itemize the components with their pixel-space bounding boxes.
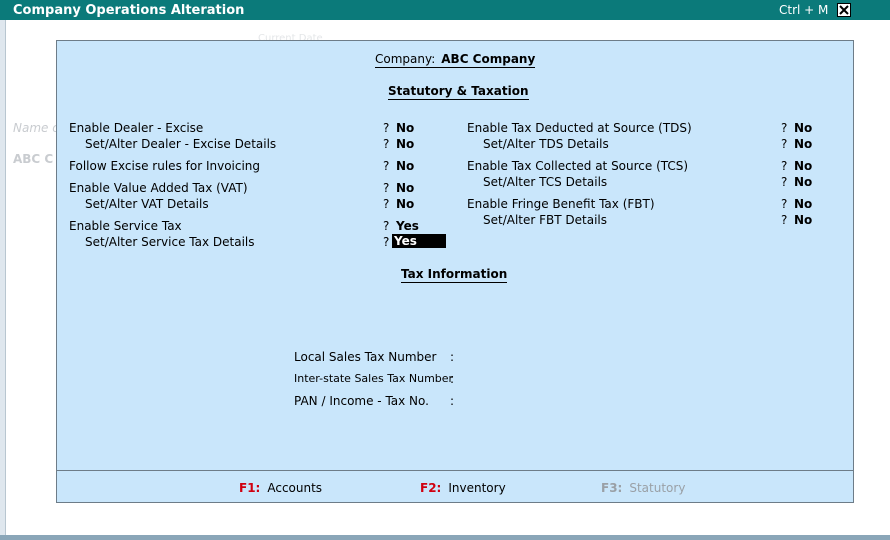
option-value-fbt-details[interactable]: No	[794, 213, 812, 227]
option-label-fbt-details: Set/Alter FBT Details	[483, 213, 608, 227]
fkey-label: F3:	[601, 481, 623, 495]
option-value-dealer-excise[interactable]: No	[396, 121, 414, 135]
option-q: ?	[781, 137, 788, 151]
fkey-text: Statutory	[629, 481, 686, 495]
option-q: ?	[781, 175, 788, 189]
tax-info-heading: Tax Information	[401, 267, 508, 283]
option-label-tcs: Enable Tax Collected at Source (TCS)	[467, 159, 689, 173]
background-company-label: ABC C	[13, 152, 54, 166]
option-value-tds[interactable]: No	[794, 121, 812, 135]
option-label-tds-details: Set/Alter TDS Details	[483, 137, 609, 151]
option-value-tcs-details[interactable]: No	[794, 175, 812, 189]
company-name: ABC Company	[441, 52, 536, 66]
window-bottom-edge	[0, 535, 890, 540]
option-label-dealer-excise-details: Set/Alter Dealer - Excise Details	[85, 137, 277, 151]
window-shortcut: Ctrl + M	[779, 3, 829, 17]
option-label-service-tax: Enable Service Tax	[69, 219, 182, 233]
option-label-vat-details: Set/Alter VAT Details	[85, 197, 209, 211]
option-q: ?	[781, 159, 788, 173]
f1-accounts-button[interactable]: F1: Accounts	[239, 481, 322, 495]
section-heading: Statutory & Taxation	[388, 84, 529, 100]
option-label-dealer-excise: Enable Dealer - Excise	[69, 121, 204, 135]
pan-income-tax-field[interactable]	[461, 394, 661, 408]
interstate-sales-tax-label: Inter-state Sales Tax Number	[294, 372, 454, 385]
option-q: ?	[383, 219, 390, 233]
fkey-text: Inventory	[448, 481, 506, 495]
option-q: ?	[383, 181, 390, 195]
company-label: Company:	[375, 52, 436, 66]
option-value-dealer-excise-details[interactable]: No	[396, 137, 414, 151]
interstate-sales-tax-field[interactable]	[461, 372, 661, 386]
option-q: ?	[781, 197, 788, 211]
option-q: ?	[383, 235, 390, 249]
window-left-edge	[0, 20, 6, 535]
option-q: ?	[383, 197, 390, 211]
option-q: ?	[383, 159, 390, 173]
option-label-tcs-details: Set/Alter TCS Details	[483, 175, 608, 189]
option-label-fbt: Enable Fringe Benefit Tax (FBT)	[467, 197, 655, 211]
field-colon: :	[450, 394, 455, 408]
option-value-service-tax-details-active[interactable]: Yes	[392, 234, 446, 248]
f3-statutory-button[interactable]: F3: Statutory	[601, 481, 685, 495]
window-title: Company Operations Alteration	[13, 3, 245, 18]
option-label-service-tax-details: Set/Alter Service Tax Details	[85, 235, 255, 249]
f2-inventory-button[interactable]: F2: Inventory	[420, 481, 506, 495]
pan-income-tax-label: PAN / Income - Tax No.	[294, 394, 429, 408]
option-q: ?	[781, 121, 788, 135]
option-value-fbt[interactable]: No	[794, 197, 812, 211]
option-label-excise-invoicing: Follow Excise rules for Invoicing	[69, 159, 261, 173]
option-value-vat[interactable]: No	[396, 181, 414, 195]
fkey-label: F2:	[420, 481, 442, 495]
option-q: ?	[383, 121, 390, 135]
close-icon	[839, 5, 849, 15]
option-label-vat: Enable Value Added Tax (VAT)	[69, 181, 248, 195]
local-sales-tax-label: Local Sales Tax Number	[294, 350, 437, 364]
field-colon: :	[450, 350, 455, 364]
option-label-tds: Enable Tax Deducted at Source (TDS)	[467, 121, 692, 135]
company-header: Company: ABC Company	[375, 52, 536, 68]
statutory-taxation-dialog: Company: ABC Company Statutory & Taxation…	[56, 40, 854, 503]
option-value-excise-invoicing[interactable]: No	[396, 159, 414, 173]
close-button[interactable]	[837, 3, 851, 17]
field-colon: :	[450, 372, 455, 386]
option-value-vat-details[interactable]: No	[396, 197, 414, 211]
fkey-label: F1:	[239, 481, 261, 495]
option-value-tds-details[interactable]: No	[794, 137, 812, 151]
local-sales-tax-field[interactable]	[461, 350, 661, 364]
window-title-bar: Company Operations Alteration Ctrl + M	[0, 0, 890, 20]
option-value-service-tax[interactable]: Yes	[396, 219, 419, 233]
option-q: ?	[383, 137, 390, 151]
background-name-label: Name o	[13, 121, 60, 135]
footer-divider	[57, 470, 853, 471]
option-value-tcs[interactable]: No	[794, 159, 812, 173]
option-q: ?	[781, 213, 788, 227]
fkey-text: Accounts	[267, 481, 323, 495]
